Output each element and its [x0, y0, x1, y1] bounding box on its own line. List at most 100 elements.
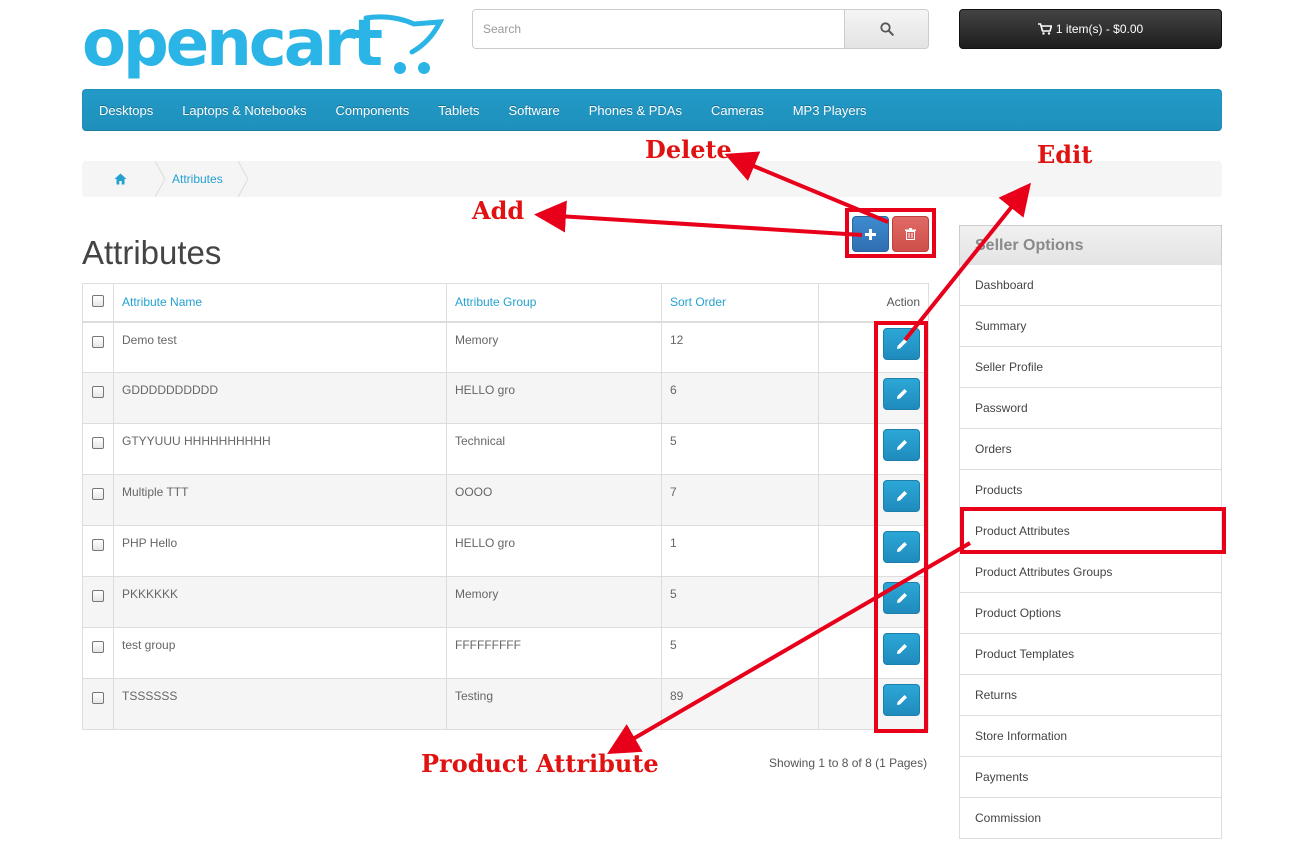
- sidebar-item-products[interactable]: Products: [959, 470, 1222, 511]
- table-row: PHP Hello HELLO gro 1: [82, 525, 929, 577]
- annotation-delete-label: Delete: [645, 135, 732, 164]
- attribute-group-cell: Memory: [446, 321, 662, 373]
- table-row: PKKKKKK Memory 5: [82, 576, 929, 628]
- row-checkbox[interactable]: [92, 335, 104, 348]
- menu-item-phones[interactable]: Phones & PDAs: [589, 103, 682, 118]
- row-checkbox[interactable]: [92, 539, 104, 551]
- row-select-cell: [82, 678, 114, 730]
- attribute-name-cell: test group: [113, 627, 447, 679]
- attribute-name-cell: GDDDDDDDDDD: [113, 372, 447, 424]
- opencart-logo[interactable]: opencart: [82, 8, 452, 80]
- attribute-name-cell: PHP Hello: [113, 525, 447, 577]
- sidebar-item-orders[interactable]: Orders: [959, 429, 1222, 470]
- table-row: GDDDDDDDDDD HELLO gro 6: [82, 372, 929, 424]
- sort-order-cell: 12: [661, 321, 819, 373]
- sort-by-order-link[interactable]: Sort Order: [670, 295, 726, 309]
- sidebar-item-returns[interactable]: Returns: [959, 675, 1222, 716]
- sidebar-item-commission[interactable]: Commission: [959, 798, 1222, 839]
- menu-item-components[interactable]: Components: [336, 103, 410, 118]
- sidebar-item-store-information[interactable]: Store Information: [959, 716, 1222, 757]
- sort-order-cell: 7: [661, 474, 819, 526]
- logo-text: opencart: [82, 7, 383, 81]
- arrow-add: [534, 200, 863, 237]
- row-select-cell: [82, 321, 114, 373]
- table-row: GTYYUUU HHHHHHHHHH Technical 5: [82, 423, 929, 475]
- sort-by-group-link[interactable]: Attribute Group: [455, 295, 536, 309]
- sidebar-item-dashboard[interactable]: Dashboard: [959, 265, 1222, 306]
- search-bar: [472, 9, 929, 49]
- attribute-group-cell: HELLO gro: [446, 372, 662, 424]
- menu-item-tablets[interactable]: Tablets: [438, 103, 479, 118]
- annotation-box-product-attributes: [960, 507, 1226, 554]
- sort-order-cell: 5: [661, 423, 819, 475]
- page-title: Attributes: [82, 234, 222, 271]
- sidebar-item-product-attributes-groups[interactable]: Product Attributes Groups: [959, 552, 1222, 593]
- attribute-group-cell: HELLO gro: [446, 525, 662, 577]
- row-checkbox[interactable]: [92, 641, 104, 653]
- annotation-box-edit-column: [874, 321, 928, 733]
- attribute-group-cell: Testing: [446, 678, 662, 730]
- sort-order-cell: 6: [661, 372, 819, 424]
- sidebar-item-seller-profile[interactable]: Seller Profile: [959, 347, 1222, 388]
- annotation-box-add-delete: [845, 208, 936, 258]
- attributes-table: Attribute Name Attribute Group Sort Orde…: [82, 283, 929, 730]
- row-select-cell: [82, 423, 114, 475]
- menu-item-laptops[interactable]: Laptops & Notebooks: [182, 103, 306, 118]
- annotation-edit-label: Edit: [1037, 140, 1093, 169]
- sidebar-item-product-options[interactable]: Product Options: [959, 593, 1222, 634]
- table-row: TSSSSSS Testing 89: [82, 678, 929, 730]
- attribute-name-cell: TSSSSSS: [113, 678, 447, 730]
- row-checkbox[interactable]: [92, 488, 104, 500]
- table-row: Demo test Memory 12: [82, 321, 929, 373]
- menu-item-mp3-players[interactable]: MP3 Players: [793, 103, 867, 118]
- attribute-name-cell: GTYYUUU HHHHHHHHHH: [113, 423, 447, 475]
- table-header-row: Attribute Name Attribute Group Sort Orde…: [82, 283, 929, 323]
- attribute-group-cell: Technical: [446, 423, 662, 475]
- search-input[interactable]: [473, 10, 844, 48]
- home-icon: [114, 173, 126, 185]
- attribute-name-cell: Multiple TTT: [113, 474, 447, 526]
- search-icon: [879, 22, 894, 36]
- attribute-group-cell: OOOO: [446, 474, 662, 526]
- header-action: Action: [818, 283, 929, 323]
- row-checkbox[interactable]: [92, 590, 104, 602]
- sort-by-name-link[interactable]: Attribute Name: [122, 295, 202, 309]
- table-row: Multiple TTT OOOO 7: [82, 474, 929, 526]
- header-attribute-group: Attribute Group: [446, 283, 662, 323]
- sort-order-cell: 5: [661, 627, 819, 679]
- breadcrumb-separator: [237, 161, 249, 197]
- attribute-name-cell: PKKKKKK: [113, 576, 447, 628]
- select-all-cell: [82, 283, 114, 323]
- breadcrumb-home[interactable]: [82, 161, 166, 197]
- sidebar-item-payments[interactable]: Payments: [959, 757, 1222, 798]
- row-checkbox[interactable]: [92, 437, 104, 449]
- table-row: test group FFFFFFFFF 5: [82, 627, 929, 679]
- row-checkbox[interactable]: [92, 692, 104, 704]
- top-menu: Desktops Laptops & Notebooks Components …: [82, 89, 1222, 131]
- search-button[interactable]: [844, 10, 928, 48]
- sidebar-item-product-templates[interactable]: Product Templates: [959, 634, 1222, 675]
- attribute-name-cell: Demo test: [113, 321, 447, 373]
- attribute-group-cell: FFFFFFFFF: [446, 627, 662, 679]
- row-select-cell: [82, 576, 114, 628]
- select-all-checkbox[interactable]: [92, 294, 104, 307]
- annotation-add-label: Add: [472, 196, 525, 225]
- row-select-cell: [82, 525, 114, 577]
- row-checkbox[interactable]: [92, 386, 104, 398]
- row-select-cell: [82, 627, 114, 679]
- annotation-product-attribute-label: Product Attribute: [421, 749, 659, 778]
- sidebar-item-summary[interactable]: Summary: [959, 306, 1222, 347]
- cart-button[interactable]: 1 item(s) - $0.00: [959, 9, 1222, 49]
- cart-label: 1 item(s) - $0.00: [1055, 22, 1144, 36]
- menu-item-cameras[interactable]: Cameras: [711, 103, 764, 118]
- menu-item-desktops[interactable]: Desktops: [99, 103, 153, 118]
- menu-item-software[interactable]: Software: [508, 103, 559, 118]
- breadcrumb-attributes[interactable]: Attributes: [158, 172, 223, 186]
- sort-order-cell: 1: [661, 525, 819, 577]
- row-select-cell: [82, 372, 114, 424]
- pagination-info: Showing 1 to 8 of 8 (1 Pages): [769, 756, 928, 770]
- attribute-group-cell: Memory: [446, 576, 662, 628]
- sort-order-cell: 5: [661, 576, 819, 628]
- sidebar-item-password[interactable]: Password: [959, 388, 1222, 429]
- cart-swoosh-icon: [363, 14, 445, 74]
